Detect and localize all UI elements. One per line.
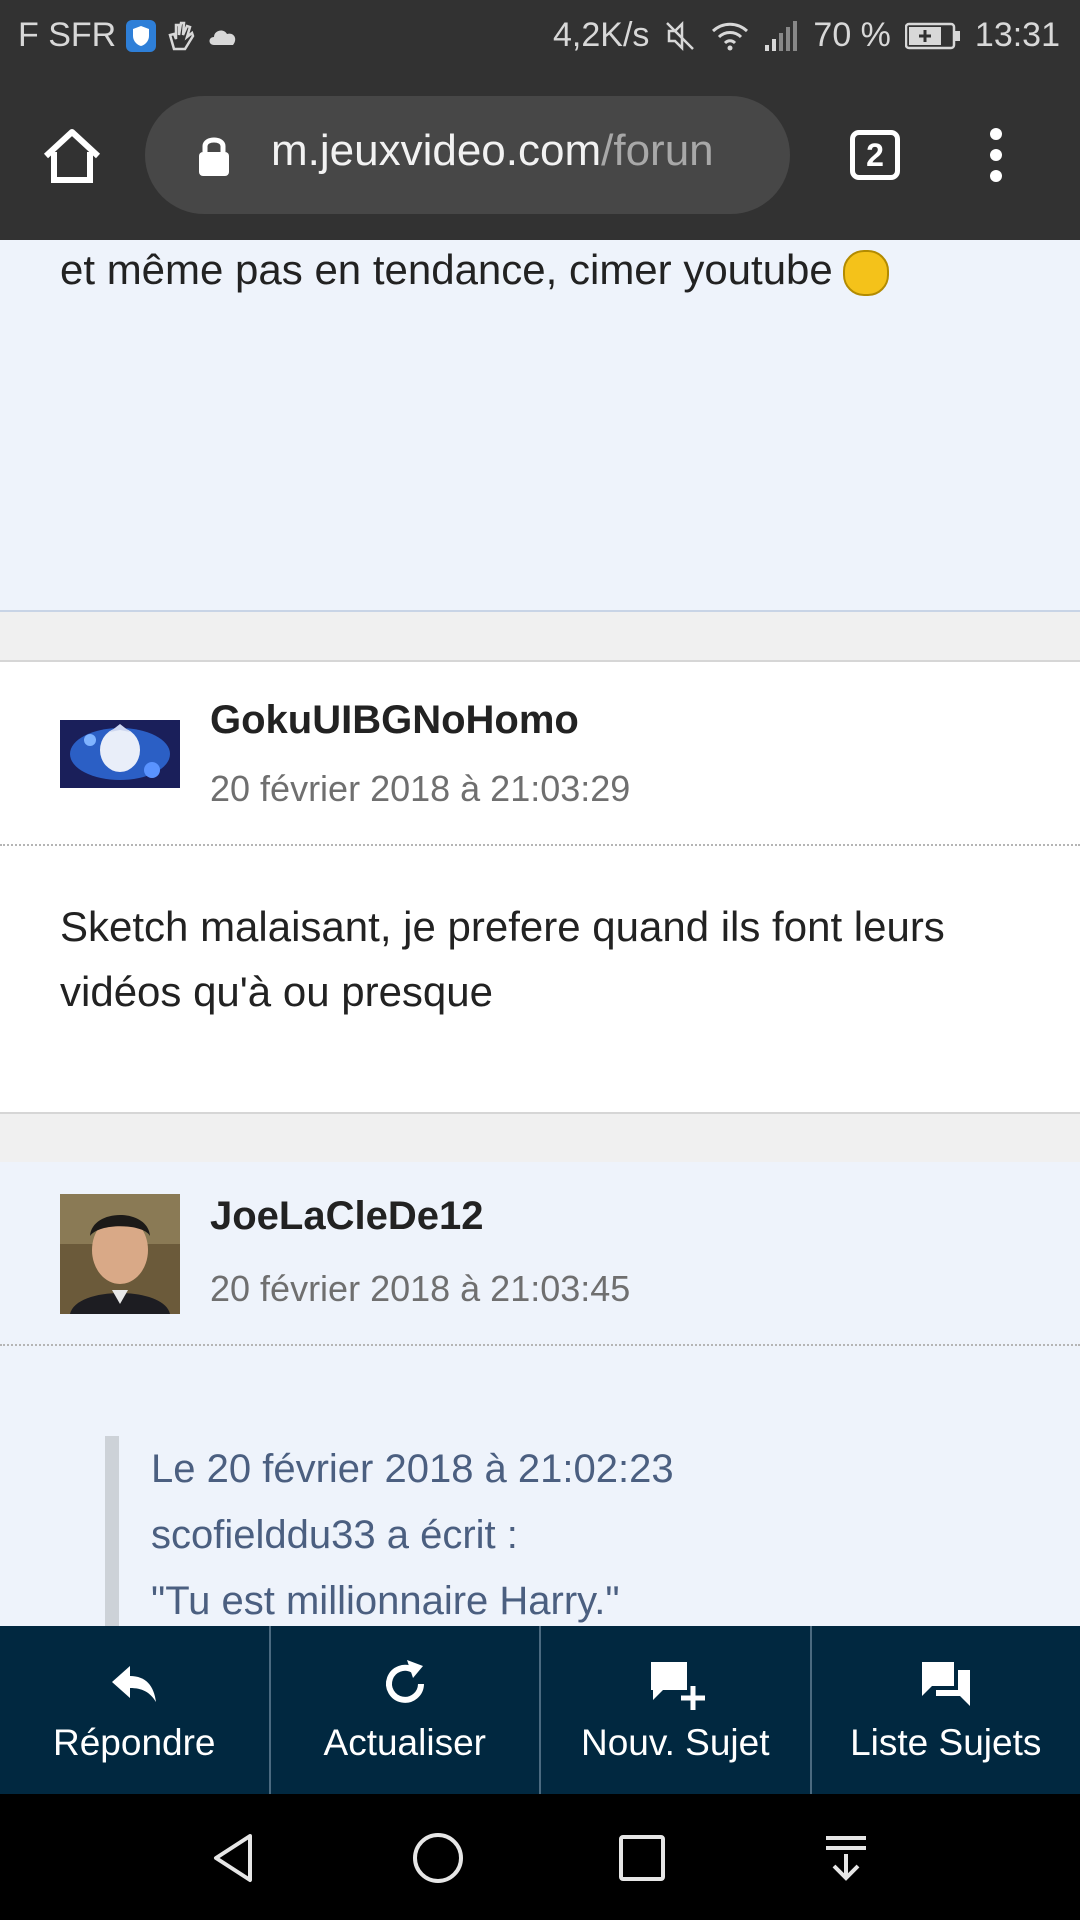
battery-icon [904,22,961,50]
wifi-icon [711,21,749,51]
refresh-label: Actualiser [323,1722,486,1763]
status-bar: F SFR 4,2K/s 70 % 13:31 [0,0,1080,72]
new-topic-label: Nouv. Sujet [580,1722,770,1763]
browser-toolbar: m.jeuxvideo.com/forun 2 [0,72,1080,240]
signal-icon [763,20,799,51]
topic-list-button[interactable]: Liste Sujets [809,1626,1080,1794]
recents-icon[interactable] [614,1830,670,1886]
quote-author-line: scofielddu33 a écrit : [151,1513,518,1557]
post-header: GokuUIBGNoHomo 20 février 2018 à 21:03:2… [0,662,1080,846]
url-domain: m.jeuxvideo.com [271,126,602,175]
previous-post-text: et même pas en tendance, cimer youtube [60,246,889,296]
network-speed: 4,2K/s [553,16,650,54]
post-date[interactable]: 20 février 2018 à 21:03:45 [210,1268,630,1310]
forum-action-bar: Répondre Actualiser Nouv. Sujet Liste Su… [0,1626,1080,1794]
reply-label: Répondre [52,1722,216,1763]
lock-icon [197,134,231,176]
previous-post: et même pas en tendance, cimer youtube [0,240,1080,612]
carrier-label: F SFR [18,16,117,54]
refresh-icon [377,1656,433,1712]
clock: 13:31 [974,16,1060,54]
reply-icon [106,1656,162,1712]
url-path: /forun [601,126,714,175]
mute-icon [663,19,697,53]
quote-text-line: "Tu est millionnaire Harry." [151,1579,620,1623]
post-date[interactable]: 20 février 2018 à 21:03:29 [210,768,630,810]
quote-date-line: Le 20 février 2018 à 21:02:23 [151,1447,674,1491]
home-icon[interactable] [40,124,104,188]
post-header: JoeLaCleDe12 20 février 2018 à 21:03:45 [0,1162,1080,1346]
tab-switcher-button[interactable]: 2 [850,130,900,180]
notification-pull-icon[interactable] [818,1830,874,1886]
overflow-menu-icon[interactable] [985,128,1007,188]
hand-icon [166,19,196,53]
post-separator [0,612,1080,660]
topic-list-icon [918,1656,974,1712]
forum-thread: et même pas en tendance, cimer youtube G… [0,240,1080,1626]
url-text: m.jeuxvideo.com/forun [271,126,714,176]
post-body: Sketch malaisant, je prefere quand ils f… [60,903,945,1015]
forum-post: GokuUIBGNoHomo 20 février 2018 à 21:03:2… [0,660,1080,1112]
topic-list-label: Liste Sujets [850,1722,1042,1763]
shield-icon [126,19,157,52]
new-topic-icon [647,1656,706,1712]
avatar[interactable] [60,1194,180,1314]
new-topic-button[interactable]: Nouv. Sujet [539,1626,810,1794]
address-bar[interactable]: m.jeuxvideo.com/forun [145,96,790,214]
post-author[interactable]: GokuUIBGNoHomo [210,698,579,743]
system-nav-bar [0,1794,1080,1920]
post-separator [0,1112,1080,1164]
blockquote: Le 20 février 2018 à 21:02:23 scofielddu… [105,1436,1051,1626]
cloud-icon [206,25,240,47]
home-circle-icon[interactable] [410,1830,466,1886]
smiley-icon [842,249,889,296]
back-icon[interactable] [206,1830,262,1886]
post-author[interactable]: JoeLaCleDe12 [210,1194,483,1239]
avatar[interactable] [60,720,180,788]
forum-post: JoeLaCleDe12 20 février 2018 à 21:03:45 … [0,1162,1080,1626]
refresh-button[interactable]: Actualiser [268,1626,540,1794]
battery-level: 70 % [813,16,891,54]
reply-button[interactable]: Répondre [0,1626,269,1794]
